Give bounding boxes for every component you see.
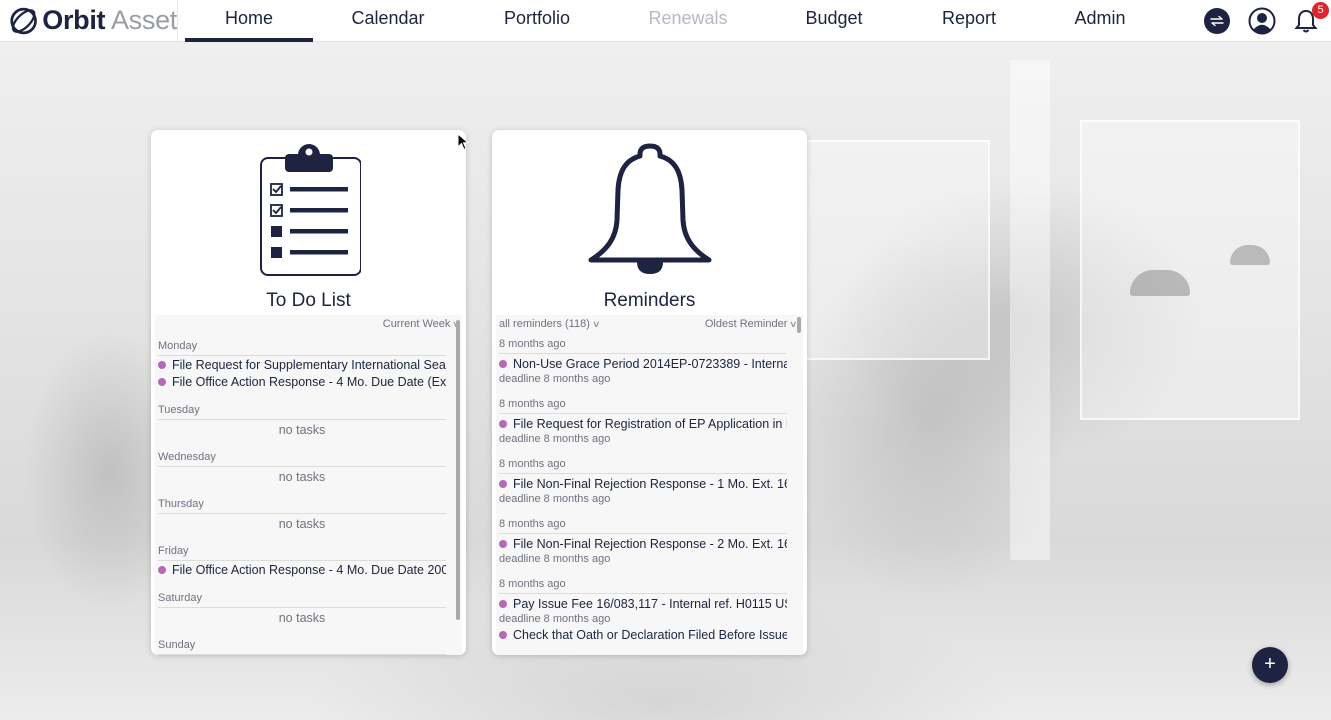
reminder-dot-icon: [499, 600, 507, 608]
reminder-dot-icon: [499, 480, 507, 488]
reminder-deadline: deadline 8 months ago: [499, 553, 611, 565]
day-tuesday: Tuesday: [158, 404, 446, 420]
todo-filter-row: Current Week∨: [155, 315, 462, 335]
reminder-title: Non-Use Grace Period 2014EP-0723389 - In…: [499, 356, 787, 373]
reminder-item[interactable]: 8 months ago File Non-Final Rejection Re…: [499, 458, 787, 505]
todo-list: Monday File Request for Supplementary In…: [158, 335, 446, 655]
reminder-dot-icon: [499, 540, 507, 548]
reminder-dot-icon: [499, 360, 507, 368]
week-filter-label: Current Week: [382, 318, 451, 330]
reminder-item[interactable]: 8 months ago Pay Issue Fee 16/083,117 - …: [499, 578, 787, 644]
orbit-asset-logo[interactable]: Orbit Asset: [0, 0, 178, 42]
todo-card: To Do List Current Week∨ Monday File Req…: [151, 130, 466, 655]
reminder-item[interactable]: 8 months ago File Request for Registrati…: [499, 398, 787, 445]
reminders-card: Reminders all reminders (118) ∨ Oldest Re…: [492, 130, 807, 655]
no-tasks-label: no tasks: [278, 423, 326, 437]
bell-large-icon: [492, 142, 807, 276]
reminder-dot-icon: [499, 420, 507, 428]
reminders-title: Reminders: [603, 290, 696, 311]
sort-dropdown[interactable]: Oldest Reminder ∨: [704, 318, 798, 330]
day-saturday: Saturday: [158, 592, 446, 608]
nav-renewals[interactable]: Renewals: [623, 0, 753, 42]
reminder-deadline: deadline 8 months ago: [499, 493, 611, 505]
all-reminders-dropdown[interactable]: all reminders (118) ∨: [499, 318, 601, 330]
week-filter-dropdown[interactable]: Current Week∨: [382, 318, 461, 330]
reminder-age: 8 months ago: [499, 338, 787, 354]
reminders-list: 8 months ago Non-Use Grace Period 2014EP…: [499, 336, 787, 655]
todo-title: To Do List: [266, 290, 351, 311]
switch-icon[interactable]: [1203, 7, 1231, 35]
reminders-filter-row: all reminders (118) ∨ Oldest Reminder ∨: [496, 315, 803, 335]
chevron-down-icon: ∨: [591, 319, 601, 329]
all-reminders-label: all reminders (118): [499, 318, 590, 330]
logo-text: Orbit Asset: [42, 5, 177, 35]
task-dot-icon: [158, 361, 166, 369]
reminder-deadline: deadline 8 months ago: [499, 613, 611, 625]
no-tasks-label: no tasks: [278, 470, 326, 484]
nav-report[interactable]: Report: [904, 0, 1034, 42]
day-sunday: Sunday: [158, 639, 446, 655]
day-thursday: Thursday: [158, 498, 446, 514]
task-dot-icon: [158, 566, 166, 574]
reminder-age: 8 months ago: [499, 458, 787, 474]
top-navigation-bar: Orbit Asset Home Calendar Portfolio Rene…: [0, 0, 1331, 42]
notification-count-badge: 5: [1312, 2, 1329, 19]
task-item[interactable]: File Office Action Response - 4 Mo. Due …: [158, 562, 446, 578]
reminder-title: File Request for Registration of EP Appl…: [499, 416, 787, 433]
reminder-title: Pay Issue Fee 16/083,117 - Internal ref.…: [499, 596, 787, 613]
reminder-dot-icon: [499, 631, 507, 639]
task-item[interactable]: File Request for Supplementary Internati…: [158, 357, 446, 373]
todo-scrollbar[interactable]: [456, 320, 460, 620]
no-tasks-label: no tasks: [278, 611, 326, 625]
reminder-item[interactable]: 8 months ago Non-Use Grace Period 2014EP…: [499, 338, 787, 385]
notifications-button[interactable]: 5: [1292, 2, 1329, 35]
todo-body: Current Week∨ Monday File Request for Su…: [155, 315, 462, 655]
day-friday: Friday: [158, 545, 446, 561]
no-tasks-label: no tasks: [278, 517, 326, 531]
reminders-body: all reminders (118) ∨ Oldest Reminder ∨ 8 …: [496, 315, 803, 655]
reminder-age: 8 months ago: [499, 398, 787, 414]
header-actions: 5: [1131, 0, 1331, 42]
nav-home[interactable]: Home: [185, 0, 313, 42]
reminder-deadline: deadline 8 months ago: [499, 373, 611, 385]
reminders-scrollbar[interactable]: [797, 317, 801, 333]
nav-portfolio[interactable]: Portfolio: [472, 0, 602, 42]
orbit-logo-icon: [10, 7, 37, 34]
user-icon[interactable]: [1248, 7, 1276, 35]
nav-calendar[interactable]: Calendar: [323, 0, 453, 42]
reminder-age: 8 months ago: [499, 578, 787, 594]
reminder-item[interactable]: 8 months ago File Non-Final Rejection Re…: [499, 518, 787, 565]
reminder-title[interactable]: Check that Oath or Declaration Filed Bef…: [499, 627, 787, 644]
task-item[interactable]: File Office Action Response - 4 Mo. Due …: [158, 374, 446, 390]
mouse-cursor-icon: [457, 133, 469, 151]
reminder-title: File Non-Final Rejection Response - 2 Mo…: [499, 536, 787, 553]
add-button[interactable]: +: [1252, 647, 1288, 683]
reminder-age: 8 months ago: [499, 518, 787, 534]
main-nav: Home Calendar Portfolio Renewals Budget …: [178, 0, 1168, 42]
day-wednesday: Wednesday: [158, 451, 446, 467]
day-monday: Monday: [158, 340, 446, 356]
reminder-deadline: deadline 8 months ago: [499, 433, 611, 445]
nav-budget[interactable]: Budget: [769, 0, 899, 42]
task-dot-icon: [158, 378, 166, 386]
sort-label: Oldest Reminder: [704, 318, 788, 330]
reminder-title: File Non-Final Rejection Response - 1 Mo…: [499, 476, 787, 493]
clipboard-icon: [151, 142, 466, 276]
